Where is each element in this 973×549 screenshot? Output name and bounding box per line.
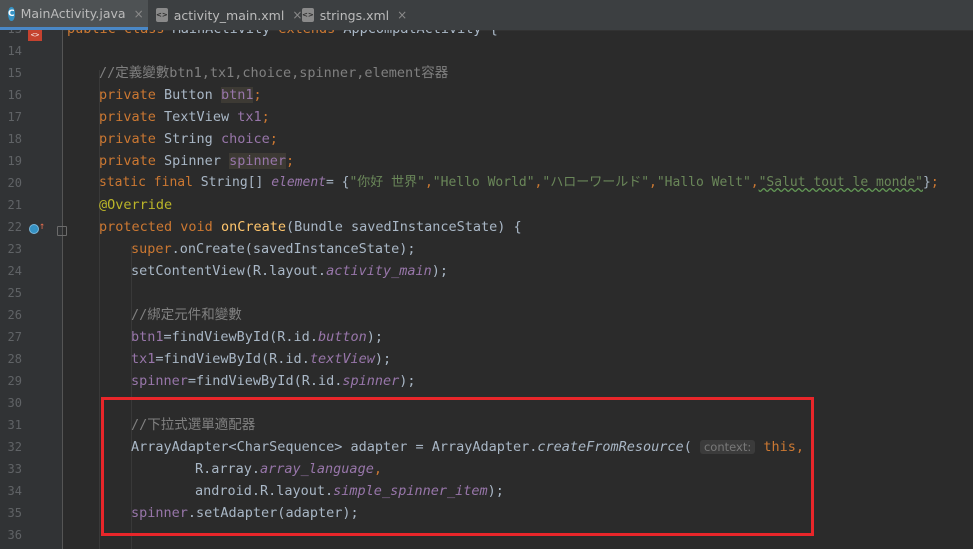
line-number: 22 (7, 220, 22, 234)
code-line: 20 static final String[] element= {"你好 世… (0, 172, 973, 194)
code-line: 25 (0, 282, 973, 304)
code-line: 15 //定義變數btn1,tx1,choice,spinner,element… (0, 62, 973, 84)
line-number: 31 (7, 418, 22, 432)
line-number: 36 (7, 528, 22, 542)
line-number: 27 (7, 330, 22, 344)
line-number: 17 (7, 110, 22, 124)
tab-strings-xml[interactable]: <> strings.xml × (294, 0, 407, 30)
code-line: 23 super.onCreate(savedInstanceState); (0, 238, 973, 260)
code-line: 27 btn1=findViewById(R.id.button); (0, 326, 973, 348)
code-text: super.onCreate(savedInstanceState); (131, 241, 416, 257)
code-text: tx1=findViewById(R.id.textView); (131, 351, 392, 367)
code-text: setContentView(R.layout.activity_main); (131, 263, 449, 279)
line-number: 23 (7, 242, 22, 256)
code-line: 26 //綁定元件和變數 (0, 304, 973, 326)
tab-label: MainActivity.java (20, 6, 126, 21)
code-editor[interactable]: <> ↑ 13 public class MainActivity extend… (0, 30, 973, 549)
code-line: 24 setContentView(R.layout.activity_main… (0, 260, 973, 282)
java-class-icon: C (8, 6, 15, 21)
code-text: static final String[] element= {"你好 世界",… (99, 175, 939, 190)
tab-mainactivity-java[interactable]: C MainActivity.java × (0, 0, 148, 30)
code-annotation: @Override (99, 197, 173, 213)
code-line: 22 protected void onCreate(Bundle savedI… (0, 216, 973, 238)
code-text: protected void onCreate(Bundle savedInst… (99, 219, 522, 235)
code-line: 13 public class MainActivity extends App… (0, 30, 973, 40)
code-comment: //綁定元件和變數 (131, 307, 242, 323)
code-line: 29 spinner=findViewById(R.id.spinner); (0, 370, 973, 392)
code-text: btn1=findViewById(R.id.button); (131, 329, 383, 345)
line-number: 14 (7, 44, 22, 58)
line-number: 21 (7, 198, 22, 212)
line-number: 28 (7, 352, 22, 366)
xml-file-icon: <> (156, 8, 168, 22)
editor-tab-bar: C MainActivity.java × <> activity_main.x… (0, 0, 973, 31)
xml-file-icon: <> (302, 8, 314, 22)
line-number: 35 (7, 506, 22, 520)
code-text: spinner=findViewById(R.id.spinner); (131, 373, 416, 389)
line-number: 15 (7, 66, 22, 80)
line-number: 24 (7, 264, 22, 278)
line-number: 16 (7, 88, 22, 102)
code-line: 18 private String choice; (0, 128, 973, 150)
code-text: private Button btn1; (99, 87, 262, 103)
tab-label: activity_main.xml (173, 7, 285, 23)
code-line: 21 @Override (0, 194, 973, 216)
code-text: private TextView tx1; (99, 109, 270, 125)
line-number: 29 (7, 374, 22, 388)
line-number: 33 (7, 462, 22, 476)
line-number: 26 (7, 308, 22, 322)
line-number: 18 (7, 132, 22, 146)
close-icon[interactable]: × (134, 7, 144, 21)
tab-activity-main-xml[interactable]: <> activity_main.xml × (148, 0, 302, 30)
code-line: 16 private Button btn1; (0, 84, 973, 106)
code-comment: //定義變數btn1,tx1,choice,spinner,element容器 (99, 65, 449, 81)
line-number: 34 (7, 484, 22, 498)
line-number: 13 (0, 30, 22, 40)
code-text: private Spinner spinner; (99, 153, 295, 169)
line-number: 20 (7, 176, 22, 190)
highlight-annotation-box (101, 397, 814, 536)
code-line: 19 private Spinner spinner; (0, 150, 973, 172)
line-number: 30 (7, 396, 22, 410)
code-line: 28 tx1=findViewById(R.id.textView); (0, 348, 973, 370)
close-icon[interactable]: × (397, 8, 407, 22)
code-text: private String choice; (99, 131, 278, 147)
tab-label: strings.xml (319, 7, 390, 23)
code-line: 17 private TextView tx1; (0, 106, 973, 128)
line-number: 19 (7, 154, 22, 168)
line-number: 32 (7, 440, 22, 454)
code-text: public class MainActivity extends AppCom… (67, 30, 498, 40)
code-line: 14 (0, 40, 973, 62)
line-number: 25 (7, 286, 22, 300)
